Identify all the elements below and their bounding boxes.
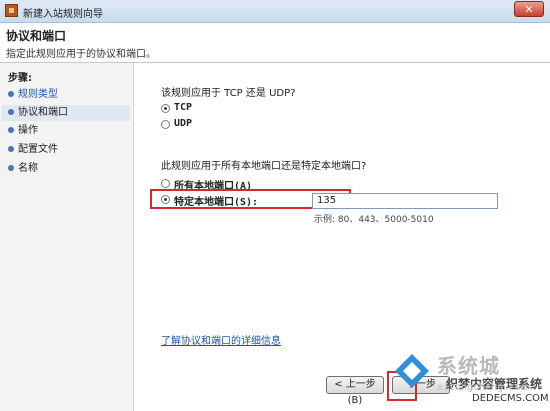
all-ports-radio[interactable] bbox=[161, 179, 170, 188]
tcp-radio[interactable] bbox=[161, 104, 170, 113]
udp-label[interactable]: UDP bbox=[174, 118, 192, 129]
udp-radio[interactable] bbox=[161, 120, 170, 129]
window-title: 新建入站规则向导 bbox=[23, 9, 103, 20]
protocol-question: 该规则应用于 TCP 还是 UDP? bbox=[161, 88, 296, 99]
specific-ports-radio[interactable] bbox=[161, 195, 170, 204]
steps-title: 步骤: bbox=[8, 73, 32, 84]
step-label: 规则类型 bbox=[18, 89, 58, 100]
specific-ports-input[interactable]: 135 bbox=[312, 193, 498, 209]
step-label: 配置文件 bbox=[18, 144, 58, 155]
specific-ports-label[interactable]: 特定本地端口(S): bbox=[174, 193, 258, 208]
step-action[interactable]: 操作 bbox=[8, 123, 38, 139]
bullet-icon bbox=[8, 109, 14, 115]
step-label: 协议和端口 bbox=[18, 107, 68, 118]
bullet-icon bbox=[8, 146, 14, 152]
bullet-icon bbox=[8, 165, 14, 171]
title-bar: 新建入站规则向导 ✕ bbox=[0, 0, 550, 23]
close-button[interactable]: ✕ bbox=[514, 1, 544, 17]
back-button[interactable]: < 上一步(B) bbox=[326, 376, 384, 406]
page-title: 协议和端口 bbox=[6, 29, 67, 43]
watermark-logo bbox=[395, 354, 429, 388]
step-rule-type[interactable]: 规则类型 bbox=[8, 87, 58, 103]
step-label: 操作 bbox=[18, 125, 38, 136]
bullet-icon bbox=[8, 127, 14, 133]
step-name[interactable]: 名称 bbox=[8, 161, 38, 177]
firewall-app-icon bbox=[5, 4, 18, 17]
page-subtitle: 指定此规则应用于的协议和端口。 bbox=[6, 49, 156, 60]
watermark-url: xitongcheng.com bbox=[437, 382, 528, 393]
tcp-label[interactable]: TCP bbox=[174, 102, 192, 113]
bullet-icon bbox=[8, 91, 14, 97]
watermark-cms-url: DEDECMS.COM bbox=[472, 393, 549, 404]
step-profile[interactable]: 配置文件 bbox=[8, 142, 58, 158]
step-label: 名称 bbox=[18, 163, 38, 174]
ports-question: 此规则应用于所有本地端口还是特定本地端口? bbox=[161, 161, 367, 172]
steps-sidebar: 步骤: 规则类型 协议和端口 操作 配置文件 名称 bbox=[0, 63, 134, 411]
learn-more-link[interactable]: 了解协议和端口的详细信息 bbox=[161, 332, 281, 347]
step-protocol-ports[interactable]: 协议和端口 bbox=[2, 105, 130, 121]
ports-example: 示例: 80、443、5000-5010 bbox=[314, 215, 434, 225]
wizard-header: 协议和端口 指定此规则应用于的协议和端口。 bbox=[0, 23, 550, 63]
